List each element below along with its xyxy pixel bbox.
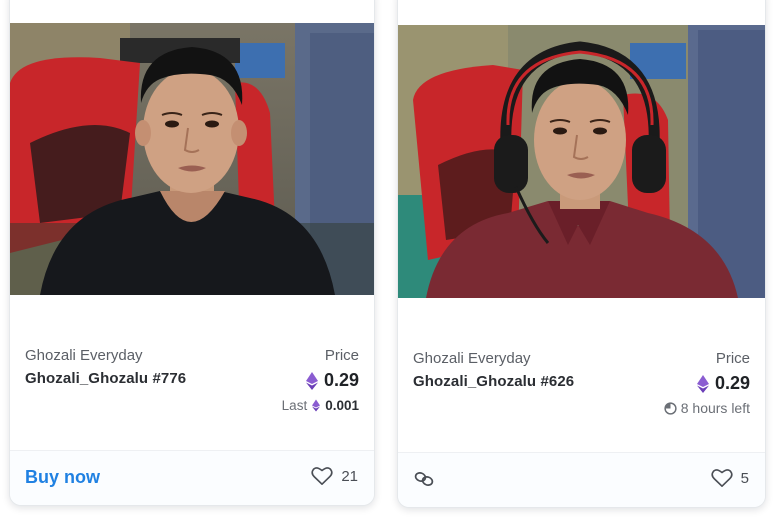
favorite-button[interactable]: 5 [711,468,749,488]
price-amount: 0.29 [323,370,359,390]
nft-image[interactable] [398,25,765,298]
last-label: Last [281,398,308,413]
buy-now-button[interactable]: Buy now [25,467,100,488]
auction-time-left: 8 hours left [664,400,750,416]
nft-card-626[interactable]: Ghozali Everyday Ghozali_Ghozalu #626 Pr… [397,0,766,508]
link-icon[interactable] [414,471,434,492]
like-count: 21 [341,467,358,485]
portrait-photo [10,23,374,295]
price-value: 0.29 [305,370,359,391]
price-label: Price [324,347,359,364]
nft-name[interactable]: Ghozali_Ghozalu #776 [25,370,186,387]
heart-icon[interactable] [711,468,733,488]
favorite-button[interactable]: 21 [311,466,358,486]
time-left-text: 8 hours left [680,400,750,416]
clock-icon [664,401,677,415]
card-footer: 5 [398,452,765,507]
price-value: 0.29 [696,373,750,394]
nft-name[interactable]: Ghozali_Ghozalu #626 [413,373,574,390]
price-amount: 0.29 [714,373,750,393]
like-count: 5 [740,469,749,487]
ethereum-icon [312,399,321,412]
nft-image[interactable] [10,23,374,295]
ethereum-icon [696,374,709,393]
collection-name[interactable]: Ghozali Everyday [413,350,531,367]
heart-icon[interactable] [311,466,333,486]
portrait-photo [398,25,765,298]
last-sale: Last 0.001 [282,398,359,413]
card-footer: Buy now 21 [10,450,374,505]
nft-card-776[interactable]: Ghozali Everyday Ghozali_Ghozalu #776 Pr… [9,0,375,506]
price-label: Price [715,350,750,367]
last-price: 0.001 [325,398,359,413]
collection-name[interactable]: Ghozali Everyday [25,347,143,364]
ethereum-icon [305,371,318,390]
